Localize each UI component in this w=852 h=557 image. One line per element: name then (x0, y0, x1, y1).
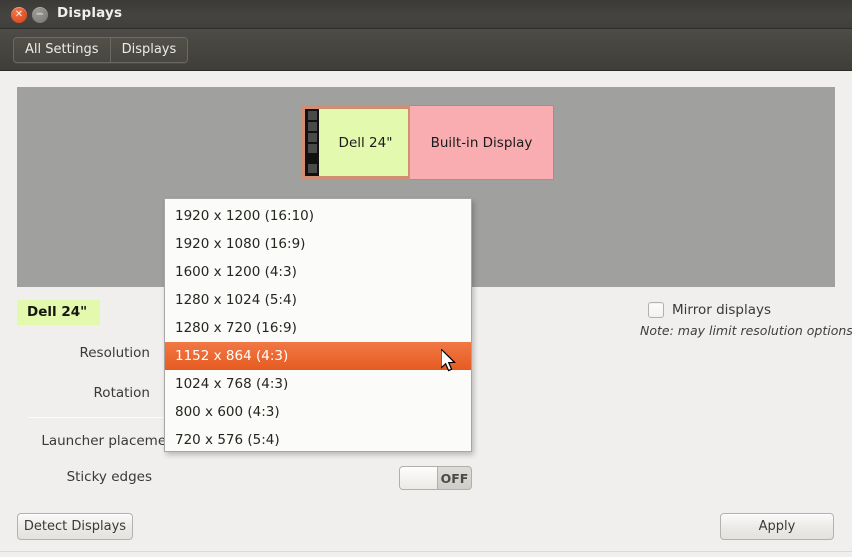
resolution-option[interactable]: 1152 x 864 (4:3) (165, 342, 471, 370)
resolution-option[interactable]: 1280 x 1024 (5:4) (165, 286, 471, 314)
displays-settings-window: ✕ − Displays All Settings Displays Dell … (0, 0, 852, 557)
toggle-handle[interactable] (400, 467, 438, 489)
launcher-icon (307, 122, 317, 131)
launcher-icon (307, 144, 317, 153)
minimize-icon[interactable]: − (32, 7, 48, 23)
launcher-icon (307, 164, 317, 173)
resolution-label: Resolution (79, 345, 150, 361)
apply-button[interactable]: Apply (720, 513, 834, 540)
toolbar: All Settings Displays (0, 29, 852, 71)
mirror-displays-row[interactable]: Mirror displays (648, 302, 771, 318)
unity-launcher-strip (305, 109, 319, 176)
window-title: Displays (57, 5, 123, 21)
rotation-label: Rotation (93, 385, 150, 401)
displays-button[interactable]: Displays (109, 38, 188, 62)
selected-display-badge: Dell 24" (17, 300, 101, 325)
resolution-option[interactable]: 800 x 600 (4:3) (165, 398, 471, 426)
sticky-edges-label: Sticky edges (66, 469, 152, 485)
mirror-displays-label: Mirror displays (672, 302, 772, 318)
resolution-option[interactable]: 1600 x 1200 (4:3) (165, 258, 471, 286)
resolution-option[interactable]: 720 x 576 (5:4) (165, 426, 471, 451)
mirror-displays-checkbox[interactable] (648, 302, 664, 318)
mirror-displays-note: Note: may limit resolution options (640, 323, 852, 338)
close-icon[interactable]: ✕ (11, 7, 27, 23)
resolution-option[interactable]: 1920 x 1080 (16:9) (165, 230, 471, 258)
detect-displays-button[interactable]: Detect Displays (17, 513, 133, 540)
sticky-edges-toggle[interactable]: OFF (399, 466, 472, 490)
resolution-option[interactable]: 1920 x 1200 (16:10) (165, 202, 471, 230)
launcher-placement-label: Launcher placement (41, 433, 180, 449)
monitor-built-in-display[interactable]: Built-in Display (410, 105, 554, 180)
launcher-icon (307, 133, 317, 142)
monitor-dell-24[interactable]: Dell 24" (301, 105, 409, 180)
monitor-dell-24-label: Dell 24" (338, 134, 393, 151)
resolution-option[interactable]: 1280 x 720 (16:9) (165, 314, 471, 342)
resolution-option[interactable]: 1024 x 768 (4:3) (165, 370, 471, 398)
toolbar-button-group: All Settings Displays (13, 37, 189, 63)
launcher-icon (307, 111, 317, 120)
monitor-built-in-display-label: Built-in Display (430, 134, 533, 151)
resolution-dropdown-menu[interactable]: 1920 x 1200 (16:10) 1920 x 1080 (16:9) 160… (164, 198, 472, 452)
all-settings-button[interactable]: All Settings (14, 38, 110, 62)
toggle-state-label: OFF (440, 470, 469, 486)
footer-divider (0, 551, 852, 552)
title-bar: ✕ − Displays (0, 0, 852, 29)
